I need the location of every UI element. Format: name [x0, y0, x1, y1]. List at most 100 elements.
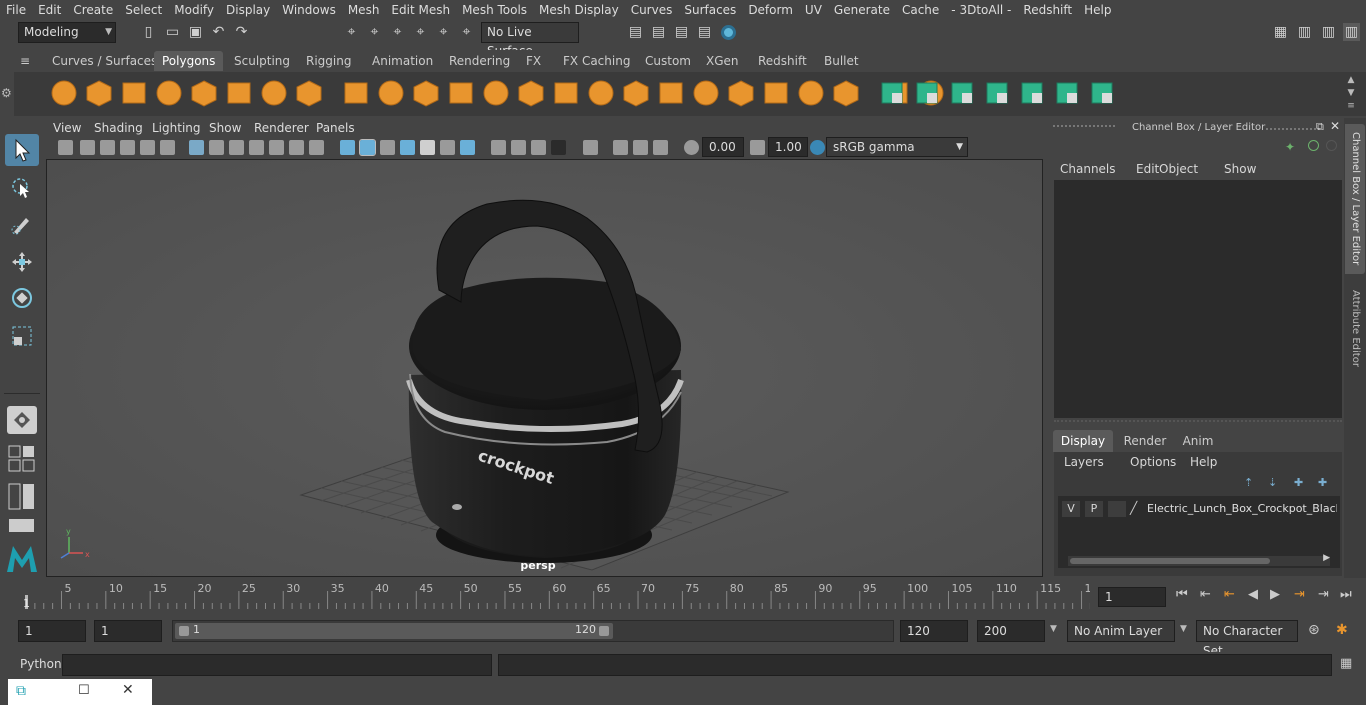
- outliner-toggle-icon[interactable]: ▥: [1296, 23, 1313, 41]
- go-to-end-icon[interactable]: ⏭: [1340, 587, 1352, 602]
- menu-item-select[interactable]: Select: [119, 3, 168, 17]
- step-back-icon[interactable]: ⇤: [1200, 587, 1211, 602]
- range-slider-track[interactable]: 1 120: [172, 620, 894, 642]
- menu-item-cache[interactable]: Cache: [896, 3, 945, 17]
- gamma-icon[interactable]: [750, 140, 765, 155]
- move-tool-icon[interactable]: [5, 246, 39, 278]
- end-time-field[interactable]: 200: [977, 620, 1045, 642]
- layer-scrollbar[interactable]: ▶: [1068, 553, 1330, 566]
- resolution-gate-icon[interactable]: [229, 140, 244, 155]
- anim-preferences-icon[interactable]: ✱: [1336, 622, 1348, 638]
- menu-item-windows[interactable]: Windows: [276, 3, 342, 17]
- layer-display-type[interactable]: [1108, 501, 1126, 517]
- shelf-menu-icon[interactable]: ≡: [20, 54, 34, 68]
- new-layer-icon[interactable]: ✚: [1294, 476, 1303, 489]
- color-management-icon[interactable]: [810, 140, 825, 155]
- shelf-tab-bullet[interactable]: Bullet: [816, 51, 867, 71]
- step-back-key-icon[interactable]: ⇤: [1224, 587, 1235, 602]
- go-to-start-icon[interactable]: ⏮: [1176, 587, 1188, 602]
- append-icon[interactable]: [725, 77, 757, 109]
- colorspace-dropdown[interactable]: sRGB gamma ▼: [826, 137, 968, 157]
- poly-sphere-icon[interactable]: [48, 77, 80, 109]
- select-tool-icon[interactable]: [5, 134, 39, 166]
- wireframe-on-shaded-icon[interactable]: [380, 140, 395, 155]
- redo-icon[interactable]: ↷: [233, 23, 250, 41]
- range-handle-left[interactable]: [179, 626, 189, 636]
- spherical-mapping-icon[interactable]: [981, 77, 1013, 109]
- safe-title-icon[interactable]: [309, 140, 324, 155]
- ipr-render-icon[interactable]: ▤: [673, 23, 690, 41]
- unfold-icon[interactable]: [1086, 77, 1118, 109]
- menu-item-mesh-tools[interactable]: Mesh Tools: [456, 3, 533, 17]
- menu-item-3dtoall[interactable]: - 3DtoAll -: [945, 3, 1017, 17]
- new-scene-icon[interactable]: ▯: [140, 23, 157, 41]
- layer-menu-help[interactable]: Help: [1190, 455, 1217, 469]
- play-forward-icon[interactable]: ▶: [1270, 587, 1280, 602]
- viewport-menu-show[interactable]: Show: [209, 121, 241, 135]
- new-layer-selected-icon[interactable]: ✚: [1318, 476, 1327, 489]
- mode-dropdown[interactable]: Modeling ▼: [18, 22, 116, 43]
- save-scene-icon[interactable]: ▣: [187, 23, 204, 41]
- play-backward-icon[interactable]: ◀: [1248, 587, 1258, 602]
- shelf-scroll-icon[interactable]: ▲ ▼ ≡: [1344, 74, 1358, 114]
- time-slider[interactable]: 1 5 10 15 20 25 30 35 40 45 50 55 60 65 70 75 80 85 90 95 10…: [18, 581, 1099, 611]
- snap-grid-icon[interactable]: ⌖: [343, 23, 360, 41]
- channel-box-menu-object[interactable]: Object: [1159, 162, 1198, 176]
- mirror-icon[interactable]: [410, 77, 442, 109]
- layer-color-icon[interactable]: ╱: [1130, 501, 1144, 517]
- menu-item-create[interactable]: Create: [67, 3, 119, 17]
- shelf-tab-redshift[interactable]: Redshift: [750, 51, 815, 71]
- shelf-tab-polygons[interactable]: Polygons: [154, 51, 224, 71]
- attribute-editor-side-tab[interactable]: Attribute Editor: [1345, 286, 1365, 371]
- poly-cube-icon[interactable]: [83, 77, 115, 109]
- booleans-icon[interactable]: [515, 77, 547, 109]
- snap-curve-icon[interactable]: ⌖: [366, 23, 383, 41]
- render-frame-icon[interactable]: ▤: [627, 23, 644, 41]
- character-set-dropdown[interactable]: No Character Set: [1196, 620, 1298, 658]
- hypershade-icon[interactable]: [721, 25, 736, 40]
- grid-toggle-icon[interactable]: [189, 140, 204, 155]
- edge-loop-icon[interactable]: [795, 77, 827, 109]
- channel-box-side-tab[interactable]: Channel Box / Layer Editor: [1345, 124, 1365, 274]
- menu-item-surfaces[interactable]: Surfaces: [678, 3, 742, 17]
- automatic-mapping-icon[interactable]: [876, 77, 908, 109]
- gate-mask-icon[interactable]: [249, 140, 264, 155]
- menu-item-edit[interactable]: Edit: [32, 3, 67, 17]
- rotate-tool-icon[interactable]: [5, 282, 39, 314]
- splitter[interactable]: [1054, 420, 1342, 424]
- viewport-menu-view[interactable]: View: [53, 121, 81, 135]
- cylindrical-mapping-icon[interactable]: [946, 77, 978, 109]
- step-forward-key-icon[interactable]: ⇥: [1294, 587, 1305, 602]
- shelf-tab-animation[interactable]: Animation: [364, 51, 441, 71]
- uv-editor-icon[interactable]: [1016, 77, 1048, 109]
- checker-map-icon[interactable]: [1051, 77, 1083, 109]
- wireframe-icon[interactable]: [340, 140, 355, 155]
- insert-edge-icon[interactable]: [830, 77, 862, 109]
- scale-tool-icon[interactable]: [5, 320, 39, 352]
- camera-attributes-icon[interactable]: [80, 140, 95, 155]
- attribute-toggle-icon[interactable]: ▥: [1320, 23, 1337, 41]
- poly-cylinder-icon[interactable]: [118, 77, 150, 109]
- render-sequence-icon[interactable]: ▤: [650, 23, 667, 41]
- menu-item-file[interactable]: File: [0, 3, 32, 17]
- film-gate-icon[interactable]: [209, 140, 224, 155]
- snap-view-icon[interactable]: ⌖: [412, 23, 429, 41]
- camera-select-icon[interactable]: [58, 140, 73, 155]
- layer-name[interactable]: Electric_Lunch_Box_Crockpot_Black_0: [1147, 502, 1337, 515]
- bridge-icon[interactable]: [585, 77, 617, 109]
- menu-item-mesh[interactable]: Mesh: [342, 3, 386, 17]
- two-d-pan-icon[interactable]: [140, 140, 155, 155]
- shadows-icon[interactable]: [440, 140, 455, 155]
- make-live-icon[interactable]: ⌖: [458, 23, 475, 41]
- separate-icon[interactable]: [375, 77, 407, 109]
- motion-blur-icon[interactable]: [491, 140, 506, 155]
- layer-scroll-thumb[interactable]: [1070, 558, 1270, 564]
- layer-tab-render[interactable]: Render: [1117, 430, 1173, 452]
- shelf-tab-rigging[interactable]: Rigging: [298, 51, 359, 71]
- menu-item-help[interactable]: Help: [1078, 3, 1117, 17]
- layer-row[interactable]: V P ╱ Electric_Lunch_Box_Crockpot_Black_…: [1062, 501, 1342, 519]
- depth-of-field-icon[interactable]: [531, 140, 546, 155]
- auto-key-icon[interactable]: ⊛: [1308, 622, 1320, 638]
- menu-item-generate[interactable]: Generate: [828, 3, 896, 17]
- playback-end-field[interactable]: 120: [900, 620, 968, 642]
